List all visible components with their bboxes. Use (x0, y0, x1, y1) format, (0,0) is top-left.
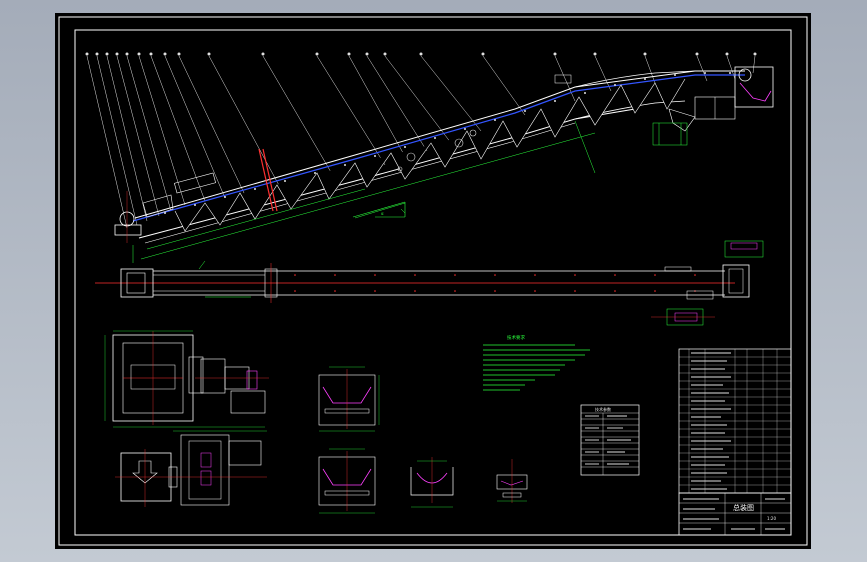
parameter-table: 技术参数 (580, 404, 640, 476)
clamp-detail (496, 459, 528, 503)
drive-unit-detail (104, 330, 269, 507)
inner-frame (74, 29, 792, 536)
title-block: 总装图 1:20 (678, 492, 792, 536)
plan-view (95, 240, 764, 326)
technical-notes: 技术要求 (483, 334, 590, 391)
parameter-table-heading: 技术参数 (595, 406, 611, 412)
drawing-title: 总装图 (733, 503, 754, 512)
troughing-idler-detail (318, 366, 380, 432)
conveyor-assembly-drawing: α 技术要求 技术参数 总装图 1:20 (58, 16, 808, 546)
elevation-view: α (85, 52, 774, 263)
notes-heading: 技术要求 (507, 334, 525, 341)
cad-viewport[interactable]: α 技术要求 技术参数 总装图 1:20 (55, 13, 811, 549)
svg-text:α: α (381, 211, 384, 216)
parts-list (678, 348, 792, 494)
return-idler-detail (318, 448, 376, 514)
drawing-scale: 1:20 (767, 516, 776, 521)
chute-detail (410, 457, 454, 508)
